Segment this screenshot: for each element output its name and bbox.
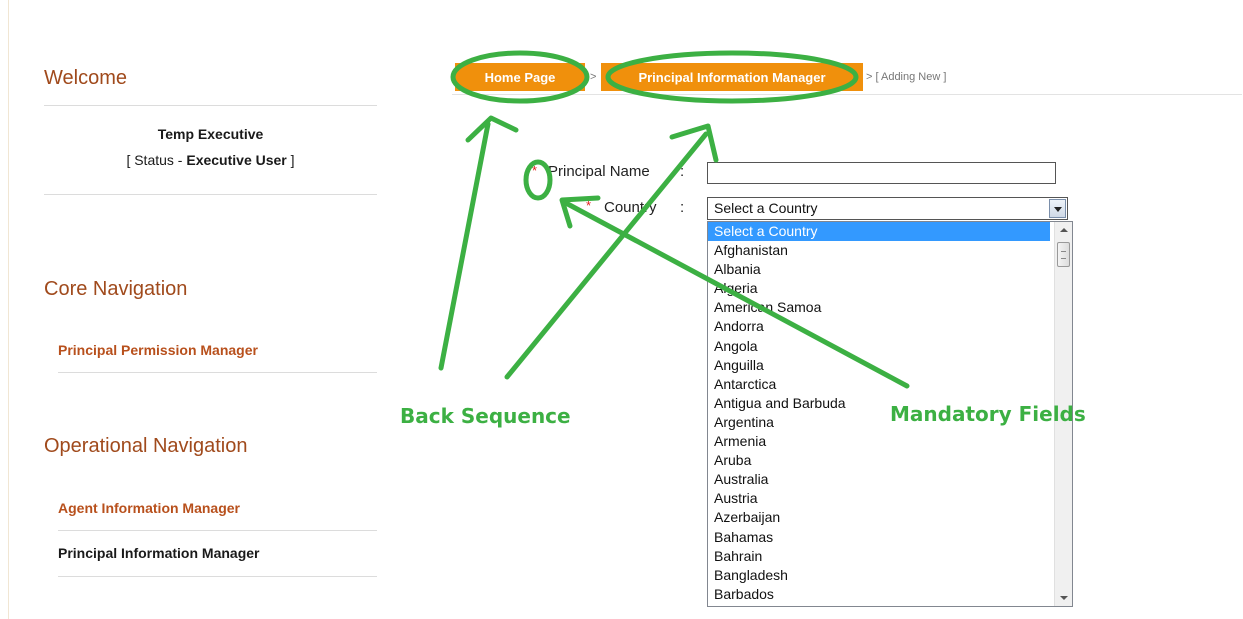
scroll-up-icon[interactable] bbox=[1055, 222, 1072, 239]
country-option[interactable]: Algeria bbox=[708, 279, 1050, 298]
welcome-heading: Welcome bbox=[44, 67, 127, 89]
breadcrumb-underline bbox=[452, 94, 1242, 95]
sidebar-divider bbox=[58, 576, 377, 577]
country-option[interactable]: Barbados bbox=[708, 585, 1050, 604]
user-name: Temp Executive bbox=[157, 126, 264, 142]
country-option[interactable]: Austria bbox=[708, 489, 1050, 508]
country-option[interactable]: Bahrain bbox=[708, 547, 1050, 566]
home-page-button[interactable]: Home Page bbox=[455, 63, 585, 91]
country-option[interactable]: Antarctica bbox=[708, 375, 1050, 394]
scroll-down-icon[interactable] bbox=[1055, 589, 1072, 606]
country-select-value: Select a Country bbox=[714, 200, 818, 216]
back-arrow-1 bbox=[438, 121, 491, 371]
country-label: Country bbox=[604, 199, 657, 216]
country-option[interactable]: Aruba bbox=[708, 451, 1050, 470]
status-prefix: [ Status - bbox=[126, 152, 187, 168]
required-marker: * bbox=[586, 198, 592, 213]
country-option[interactable]: Bangladesh bbox=[708, 566, 1050, 585]
country-option[interactable]: Azerbaijan bbox=[708, 508, 1050, 527]
required-marker-circle bbox=[523, 159, 553, 201]
sidebar-item-principal-information-manager[interactable]: Principal Information Manager bbox=[58, 545, 259, 561]
label-colon: : bbox=[680, 163, 685, 180]
country-option[interactable]: Bahamas bbox=[708, 528, 1050, 547]
mandatory-arrowhead bbox=[559, 195, 601, 229]
country-option[interactable]: Armenia bbox=[708, 432, 1050, 451]
core-navigation-heading: Core Navigation bbox=[44, 278, 188, 300]
breadcrumb-current: > [ Adding New ] bbox=[866, 71, 947, 83]
sidebar-item-principal-permission-manager[interactable]: Principal Permission Manager bbox=[58, 342, 258, 358]
user-status: [ Status - Executive User ] bbox=[44, 152, 377, 168]
country-option[interactable]: Anguilla bbox=[708, 356, 1050, 375]
principal-name-input[interactable] bbox=[707, 162, 1056, 184]
principal-information-manager-button[interactable]: Principal Information Manager bbox=[601, 63, 863, 91]
sidebar-divider bbox=[58, 530, 377, 531]
page-left-border bbox=[8, 0, 9, 619]
principal-name-label: Principal Name bbox=[548, 163, 650, 180]
mandatory-fields-annotation: Mandatory Fields bbox=[890, 402, 1086, 426]
chevron-down-icon[interactable] bbox=[1049, 199, 1066, 218]
country-option[interactable]: Australia bbox=[708, 470, 1050, 489]
country-option[interactable]: Albania bbox=[708, 260, 1050, 279]
country-option[interactable]: Angola bbox=[708, 337, 1050, 356]
country-option[interactable]: American Samoa bbox=[708, 298, 1050, 317]
back-arrowhead-1 bbox=[465, 115, 519, 143]
breadcrumb-separator: > bbox=[590, 71, 597, 83]
back-sequence-annotation: Back Sequence bbox=[400, 404, 571, 428]
status-value: Executive User bbox=[186, 152, 287, 168]
sidebar-divider bbox=[44, 105, 377, 106]
scrollbar-thumb[interactable] bbox=[1057, 242, 1070, 267]
sidebar-divider bbox=[44, 194, 377, 195]
required-marker: * bbox=[532, 163, 538, 178]
label-colon: : bbox=[680, 199, 685, 216]
country-option[interactable]: Afghanistan bbox=[708, 241, 1050, 260]
back-arrowhead-2 bbox=[669, 123, 719, 163]
status-suffix: ] bbox=[286, 152, 295, 168]
country-select[interactable]: Select a Country bbox=[707, 197, 1068, 220]
sidebar-divider bbox=[58, 372, 377, 373]
country-option[interactable]: Andorra bbox=[708, 317, 1050, 336]
sidebar-item-agent-information-manager[interactable]: Agent Information Manager bbox=[58, 500, 240, 516]
operational-navigation-heading: Operational Navigation bbox=[44, 435, 248, 457]
country-option[interactable]: Select a Country bbox=[708, 222, 1050, 242]
